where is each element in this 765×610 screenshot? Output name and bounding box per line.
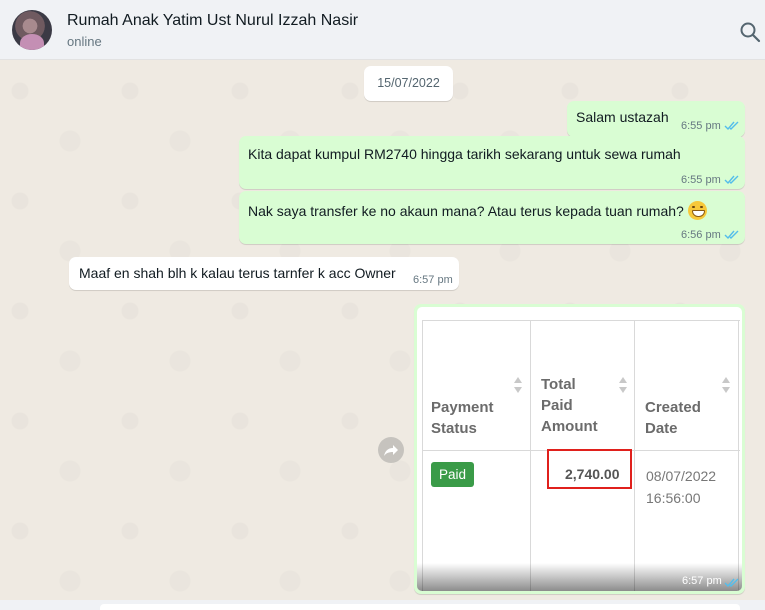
date-divider: 15/07/2022	[364, 66, 453, 101]
contact-status: online	[67, 34, 102, 49]
forward-icon	[384, 445, 398, 456]
created-date-cell: 08/07/2022 16:56:00	[646, 468, 717, 506]
incoming-message[interactable]: Maaf en shah blh k kalau terus tarnfer k…	[69, 257, 459, 290]
forward-button[interactable]	[378, 437, 404, 463]
outgoing-message[interactable]: Kita dapat kumpul RM2740 hingga tarikh s…	[239, 136, 745, 189]
table-border	[423, 320, 740, 321]
image-message[interactable]: Payment Status Total Paid Amount Created…	[414, 304, 745, 594]
message-time: 6:57 pm	[682, 575, 722, 587]
double-check-icon	[724, 230, 739, 240]
message-text: Maaf en shah blh k kalau terus tarnfer k…	[79, 265, 396, 281]
chat-area[interactable]: 15/07/2022 Salam ustazah 6:55 pm Kita da…	[0, 61, 765, 610]
message-time: 6:55 pm	[681, 120, 721, 132]
table-border	[530, 320, 531, 591]
column-header-payment-status[interactable]: Payment Status	[431, 397, 494, 439]
table-border	[634, 320, 635, 591]
contact-name[interactable]: Rumah Anak Yatim Ust Nurul Izzah Nasir	[67, 12, 358, 30]
message-time: 6:56 pm	[681, 229, 721, 241]
table-border	[422, 320, 423, 591]
search-icon	[740, 22, 761, 43]
column-header-created-date[interactable]: Created Date	[645, 397, 701, 439]
column-header-total-paid-amount[interactable]: Total Paid Amount	[541, 374, 598, 437]
message-composer[interactable]	[0, 600, 765, 610]
message-text: Kita dapat kumpul RM2740 hingga tarikh s…	[248, 146, 681, 162]
grinning-face-emoji-icon	[687, 201, 707, 220]
search-button[interactable]	[738, 20, 762, 44]
double-check-icon	[724, 121, 739, 131]
paid-amount: 2,740.00	[565, 466, 620, 482]
contact-avatar[interactable]	[12, 10, 52, 50]
message-text: Salam ustazah	[576, 109, 669, 125]
double-check-icon	[724, 578, 739, 588]
outgoing-message[interactable]: Salam ustazah 6:55 pm	[567, 101, 745, 137]
chat-header: Rumah Anak Yatim Ust Nurul Izzah Nasir o…	[0, 0, 765, 60]
message-time: 6:57 pm	[413, 274, 453, 286]
table-border	[738, 320, 739, 591]
status-badge: Paid	[431, 462, 474, 487]
double-check-icon	[724, 175, 739, 185]
payment-screenshot[interactable]: Payment Status Total Paid Amount Created…	[417, 307, 742, 591]
message-time: 6:55 pm	[681, 174, 721, 186]
message-text: Nak saya transfer ke no akaun mana? Atau…	[248, 203, 684, 219]
sort-icon[interactable]	[619, 377, 627, 393]
sort-icon[interactable]	[514, 377, 522, 393]
sort-icon[interactable]	[722, 377, 730, 393]
outgoing-message[interactable]: Nak saya transfer ke no akaun mana? Atau…	[239, 191, 745, 244]
